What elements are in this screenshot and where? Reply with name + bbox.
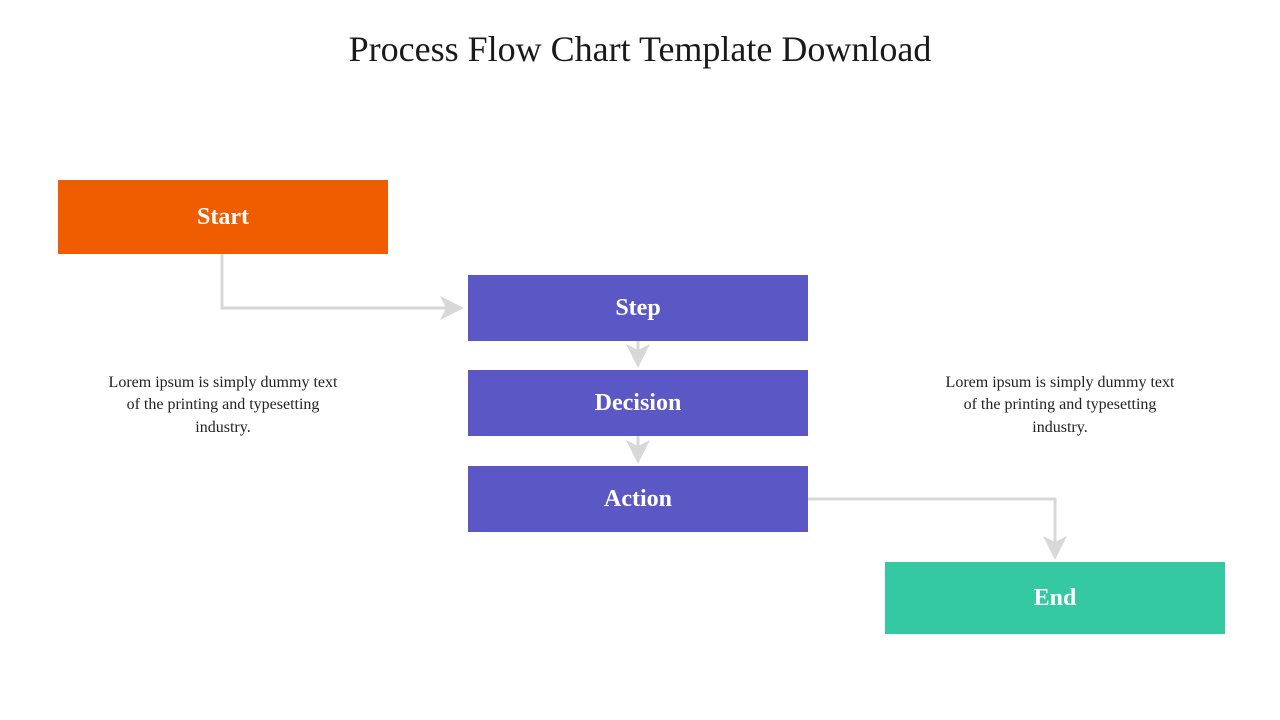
node-start: Start	[58, 180, 388, 254]
node-step: Step	[468, 275, 808, 341]
node-decision: Decision	[468, 370, 808, 436]
node-action: Action	[468, 466, 808, 532]
page-title: Process Flow Chart Template Download	[0, 28, 1280, 70]
description-left: Lorem ipsum is simply dummy text of the …	[108, 372, 338, 439]
node-end: End	[885, 562, 1225, 634]
description-right: Lorem ipsum is simply dummy text of the …	[945, 372, 1175, 439]
